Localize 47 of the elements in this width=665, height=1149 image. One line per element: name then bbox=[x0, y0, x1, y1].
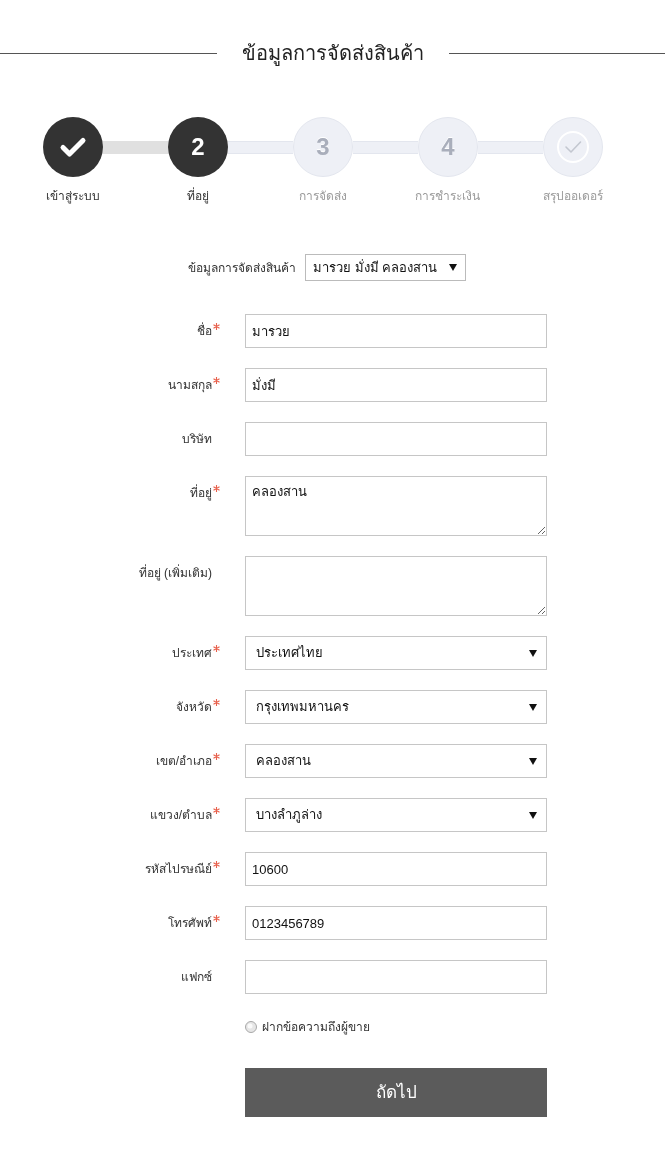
step-label: ที่อยู่ bbox=[186, 188, 209, 204]
field-label: นามสกุล bbox=[168, 377, 212, 394]
field-label: รหัสไปรษณีย์ bbox=[145, 861, 212, 878]
progress-connector bbox=[228, 140, 293, 154]
caret-icon bbox=[529, 811, 537, 819]
progress-connector bbox=[353, 140, 418, 154]
radio-button[interactable] bbox=[245, 1021, 257, 1033]
field-label: โทรศัพท์ bbox=[168, 915, 212, 932]
text-input[interactable] bbox=[245, 960, 547, 994]
step-label: การชำระเงิน bbox=[415, 188, 480, 204]
text-input[interactable]: มารวย bbox=[245, 314, 547, 348]
textarea-input[interactable] bbox=[245, 556, 547, 616]
step-label: สรุปออเดอร์ bbox=[542, 188, 603, 204]
textarea-input[interactable]: คลองสาน bbox=[245, 476, 547, 536]
field-label: ประเทศ bbox=[172, 645, 212, 662]
select-field[interactable]: บางลำภูล่าง bbox=[245, 798, 547, 832]
select-field[interactable]: คลองสาน bbox=[245, 744, 547, 778]
field-label: ข้อมูลการจัดส่งสินค้า bbox=[188, 259, 296, 277]
select-field[interactable]: ประเทศไทย bbox=[245, 636, 547, 670]
text-input[interactable]: 10600 bbox=[245, 852, 547, 886]
field-label: แขวง/ตำบล bbox=[149, 807, 212, 824]
caret-icon bbox=[529, 649, 537, 657]
select-field[interactable]: กรุงเทพมหานคร bbox=[245, 690, 547, 724]
page-title: ข้อมูลการจัดส่งสินค้า bbox=[240, 41, 425, 68]
field-label: ชื่อ bbox=[197, 322, 212, 340]
step-number: 2 bbox=[168, 117, 228, 177]
caret-icon bbox=[449, 264, 457, 271]
text-input[interactable] bbox=[245, 422, 547, 456]
field-label: จังหวัด bbox=[176, 699, 212, 716]
field-label: เขต/อำเภอ bbox=[155, 753, 212, 770]
caret-icon bbox=[529, 703, 537, 711]
address-select[interactable]: มารวย มั่งมี คลองสาน bbox=[305, 254, 466, 281]
progress-connector bbox=[103, 140, 168, 154]
step-number: 3 bbox=[293, 117, 353, 177]
step-label: เข้าสู่ระบบ bbox=[45, 188, 100, 204]
field-label: ที่อยู่ (เพิ่มเติม) bbox=[138, 564, 212, 582]
text-input[interactable]: 0123456789 bbox=[245, 906, 547, 940]
field-label: ที่อยู่ bbox=[190, 484, 212, 502]
caret-icon bbox=[529, 757, 537, 765]
step-number: 4 bbox=[418, 117, 478, 177]
progress-connector bbox=[478, 140, 543, 154]
field-label: แฟกซ์ bbox=[181, 969, 212, 986]
field-label: บริษัท bbox=[182, 431, 212, 448]
step-label: การจัดส่ง bbox=[298, 188, 347, 204]
text-input[interactable]: มั่งมี bbox=[245, 368, 547, 402]
radio-label[interactable]: ฝากข้อความถึงผู้ขาย bbox=[262, 1018, 370, 1036]
next-button[interactable]: ถัดไป bbox=[245, 1068, 547, 1117]
